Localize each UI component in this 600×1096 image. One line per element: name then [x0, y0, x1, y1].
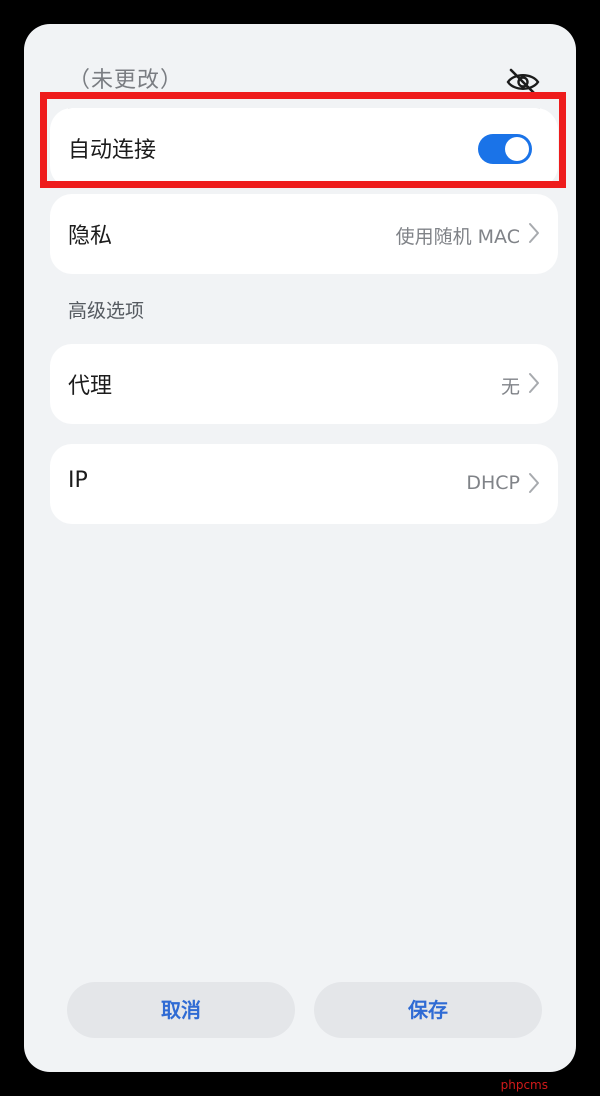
save-button[interactable]: 保存: [314, 982, 542, 1038]
chevron-right-icon: [528, 472, 540, 494]
highlight-box: [40, 92, 566, 188]
proxy-row[interactable]: 代理 无: [50, 344, 558, 424]
privacy-label: 隐私: [68, 224, 113, 249]
proxy-value: 无: [500, 376, 520, 398]
proxy-label: 代理: [68, 374, 113, 399]
ip-value: DHCP: [466, 472, 520, 494]
chevron-right-icon: [528, 222, 540, 244]
chevron-right-icon: [528, 372, 540, 394]
password-field[interactable]: （未更改）: [68, 62, 183, 94]
advanced-options-header: 高级选项: [68, 300, 145, 322]
watermark-text: phpcms: [500, 1078, 548, 1092]
cancel-button[interactable]: 取消: [67, 982, 295, 1038]
privacy-row[interactable]: 隐私 使用随机 MAC: [50, 194, 558, 274]
ip-label: IP: [68, 468, 88, 493]
privacy-value: 使用随机 MAC: [395, 226, 520, 248]
ip-row[interactable]: IP DHCP: [50, 444, 558, 524]
